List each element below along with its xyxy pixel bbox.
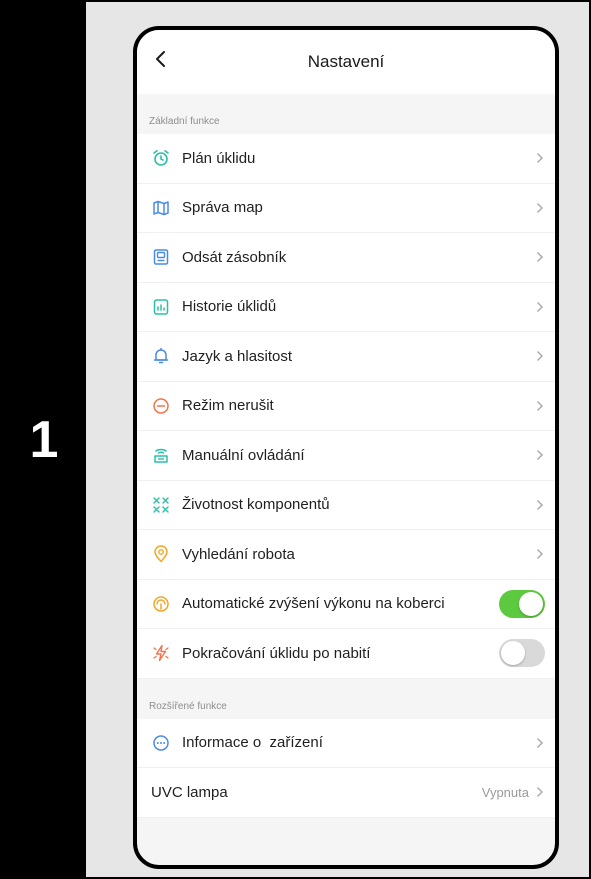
settings-item-label: Pokračování úklidu po nabití xyxy=(182,644,371,662)
settings-item-label: Režim nerušit xyxy=(182,397,274,415)
chevron-right-icon xyxy=(533,548,547,560)
step-column: 1 xyxy=(2,2,86,877)
page-title: Nastavení xyxy=(307,52,385,71)
settings-item-map-management[interactable]: Správa map xyxy=(137,183,555,233)
remote-control-icon xyxy=(151,445,171,465)
settings-item-cleaning-schedule[interactable]: Plán úklidu xyxy=(137,134,555,184)
settings-item-component-lifetime[interactable]: Životnost komponentů xyxy=(137,480,555,530)
chevron-right-icon xyxy=(533,449,547,461)
settings-item-label: Vyhledání robota xyxy=(182,545,295,563)
settings-item-find-robot[interactable]: Vyhledání robota xyxy=(137,530,555,580)
back-button[interactable] xyxy=(145,44,175,74)
top-bar: Nastavení xyxy=(137,30,555,94)
charge-resume-icon xyxy=(151,643,171,663)
resume-after-charge-toggle[interactable] xyxy=(499,639,545,668)
settings-item-label: Manuální ovládání xyxy=(182,446,305,464)
location-pin-icon xyxy=(151,544,171,564)
alarm-clock-icon xyxy=(151,148,171,168)
settings-item-label: Automatické zvýšení výkonu na koberci xyxy=(182,595,445,613)
chevron-right-icon xyxy=(533,301,547,313)
settings-item-empty-dustbin[interactable]: Odsát zásobník xyxy=(137,233,555,283)
settings-item-label: Jazyk a hlasitost xyxy=(182,347,293,365)
chevron-right-icon xyxy=(533,350,547,362)
do-not-disturb-icon xyxy=(151,396,171,416)
settings-item-label: Plán úklidu xyxy=(182,149,256,167)
chevron-right-icon xyxy=(533,786,547,798)
settings-item-manual-control[interactable]: Manuální ovládání xyxy=(137,431,555,481)
instruction-frame: 1 Nastavení Základní funkce Plán úklidu xyxy=(0,0,591,879)
settings-item-label: Odsát zásobník xyxy=(182,248,287,266)
settings-item-carpet-boost: Automatické zvýšení výkonu na koberci xyxy=(137,579,555,629)
chevron-right-icon xyxy=(533,400,547,412)
chevron-left-icon xyxy=(156,51,165,67)
settings-item-do-not-disturb[interactable]: Režim nerušit xyxy=(137,381,555,431)
chevron-right-icon xyxy=(533,202,547,214)
settings-item-label: Informace o zařízení xyxy=(182,734,323,752)
step-number: 1 xyxy=(29,410,59,469)
settings-item-language-volume[interactable]: Jazyk a hlasitost xyxy=(137,332,555,382)
settings-item-label: Správa map xyxy=(182,199,263,217)
settings-item-resume-after-charge: Pokračování úklidu po nabití xyxy=(137,629,555,679)
history-document-icon xyxy=(151,297,171,317)
chevron-right-icon xyxy=(533,152,547,164)
components-icon xyxy=(151,495,171,515)
chevron-right-icon xyxy=(533,737,547,749)
chevron-right-icon xyxy=(533,251,547,263)
settings-item-label: UVC lampa xyxy=(151,783,228,801)
bell-icon xyxy=(151,346,171,366)
toggle-knob xyxy=(501,641,525,666)
section-label-advanced: Rozšířené funkce xyxy=(149,700,227,712)
settings-item-cleaning-history[interactable]: Historie úklidů xyxy=(137,282,555,332)
map-icon xyxy=(151,198,171,218)
uvc-lamp-status: Vypnuta xyxy=(481,784,529,800)
chevron-right-icon xyxy=(533,499,547,511)
settings-item-label: Historie úklidů xyxy=(182,298,277,316)
section-label-basic: Základní funkce xyxy=(149,116,220,127)
phone-screen: Nastavení Základní funkce Plán úklidu Sp… xyxy=(133,26,559,869)
carpet-boost-toggle[interactable] xyxy=(499,589,545,618)
toggle-knob xyxy=(519,591,543,616)
carpet-boost-icon xyxy=(151,594,171,614)
settings-item-label: Životnost komponentů xyxy=(182,496,330,514)
settings-item-device-info[interactable]: Informace o zařízení xyxy=(137,718,555,768)
device-info-icon xyxy=(151,733,171,753)
dustbin-icon xyxy=(151,247,171,267)
settings-item-uvc-lamp[interactable]: UVC lampa Vypnuta xyxy=(137,768,555,818)
